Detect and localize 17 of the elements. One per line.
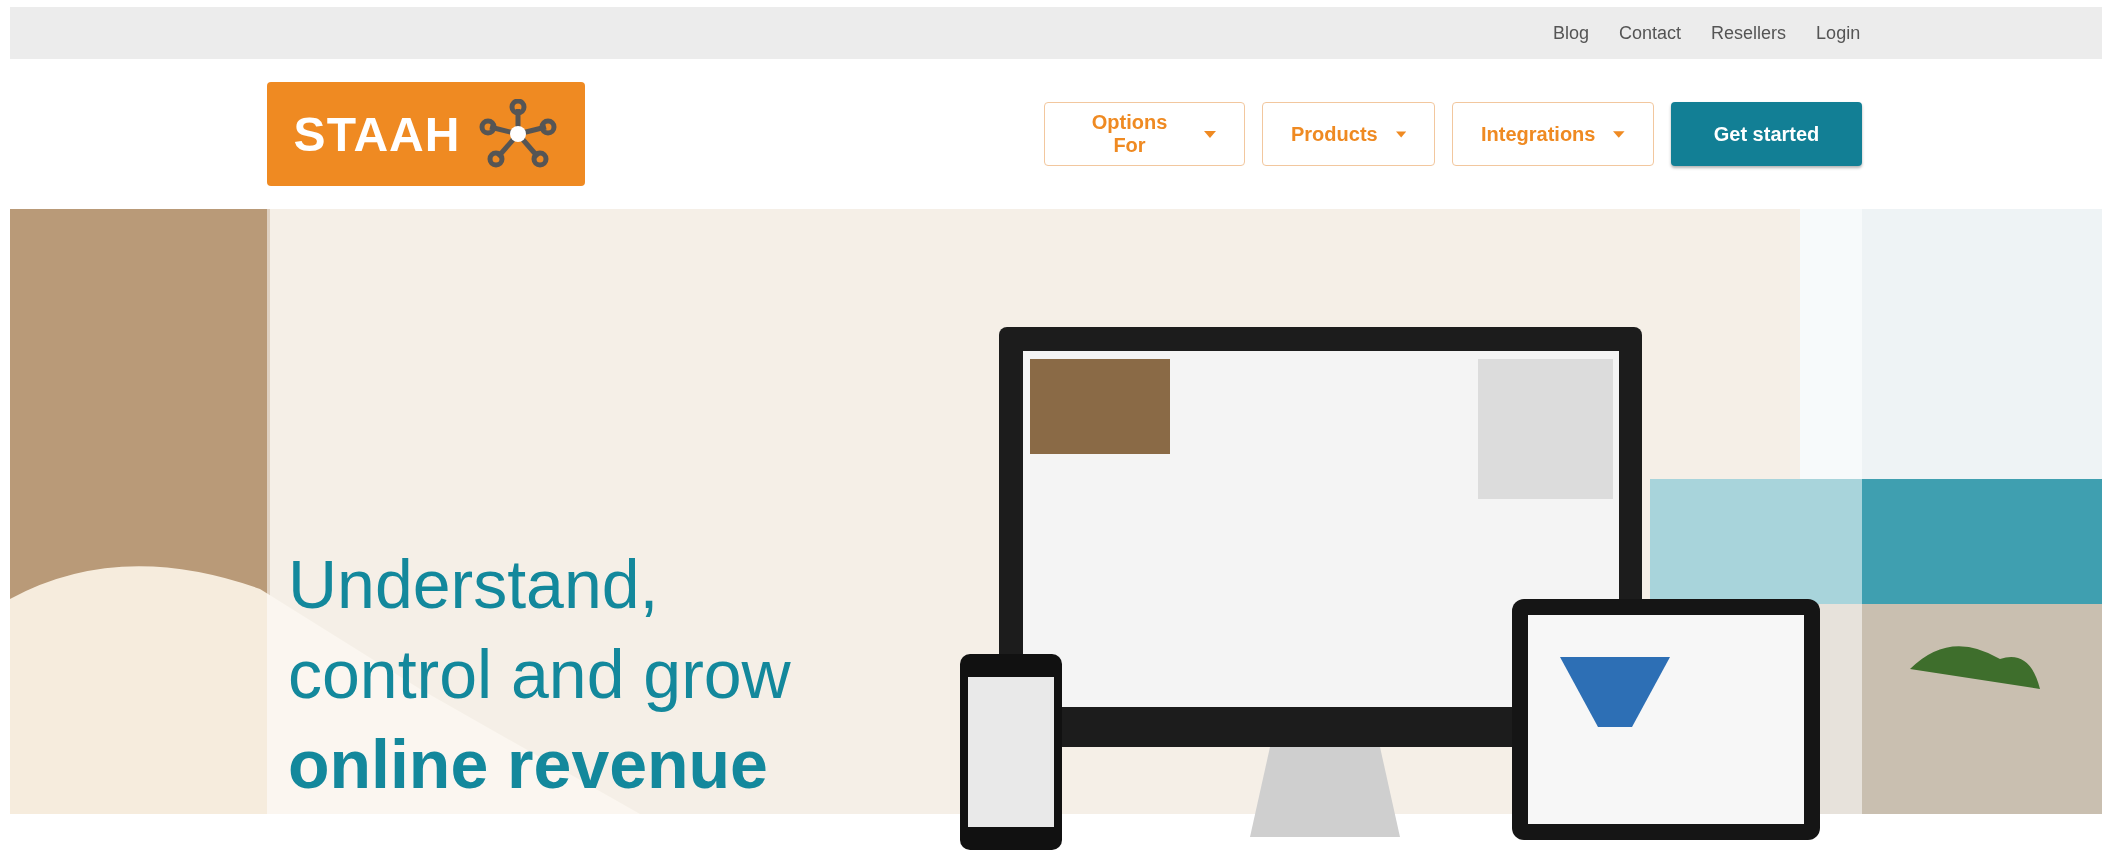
headline: Understand, — [288, 545, 660, 624]
logo-text: STAAH — [293, 106, 461, 162]
top-link[interactable]: Contact — [1619, 22, 1682, 44]
dropdown-button[interactable]: Options For — [1044, 102, 1245, 166]
caret-icon — [1613, 130, 1625, 138]
molecule-icon — [478, 99, 559, 169]
dropdown-button[interactable]: Products — [1262, 102, 1435, 166]
headline: control and grow — [288, 635, 791, 714]
top-link[interactable]: Resellers — [1711, 22, 1787, 44]
get-started-button[interactable]: Get started — [1671, 102, 1862, 166]
headline: online revenue — [288, 725, 769, 804]
top-link[interactable]: Blog — [1553, 22, 1590, 44]
logo[interactable]: STAAH — [267, 82, 585, 186]
caret-icon — [1204, 130, 1216, 138]
dropdown-button[interactable]: Integrations — [1452, 102, 1654, 166]
top-link[interactable]: Login — [1816, 22, 1861, 44]
caret-icon — [1395, 130, 1406, 138]
